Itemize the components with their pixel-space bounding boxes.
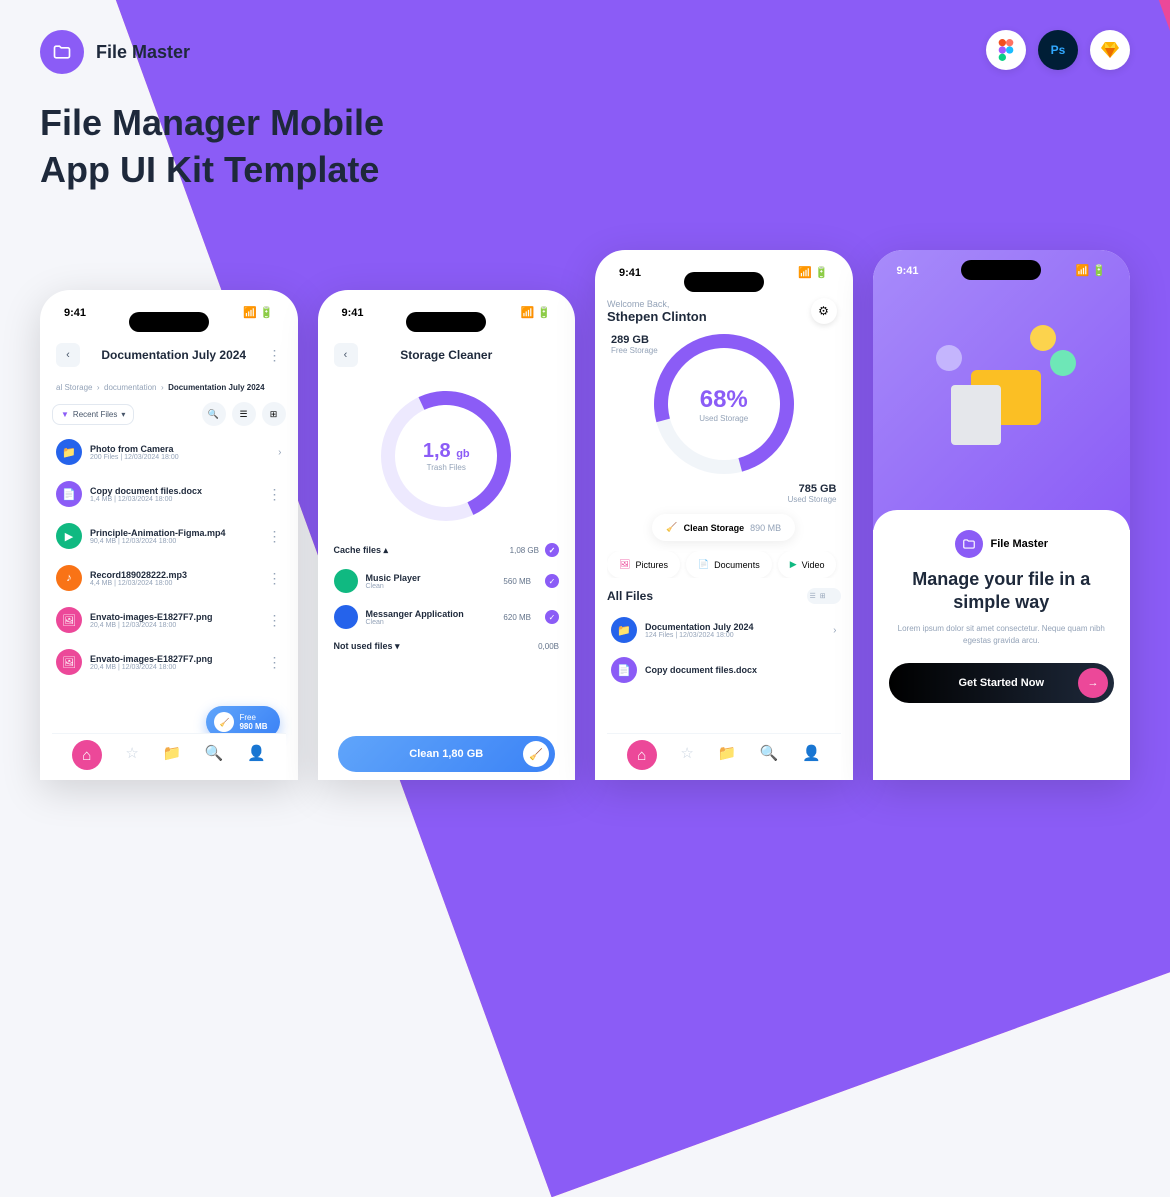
get-started-button[interactable]: Get Started Now→ (889, 663, 1115, 703)
view-grid-button[interactable]: ⊞ (262, 402, 286, 426)
nav-search[interactable]: 🔍 (760, 744, 779, 770)
view-list-button[interactable]: ☰ (232, 402, 256, 426)
file-item[interactable]: 📄Copy document files.docx1,4 MB | 12/03/… (52, 474, 286, 514)
onboard-logo: File Master (889, 530, 1115, 558)
used-storage: 785 GBUsed Storage (788, 483, 837, 504)
figma-icon (986, 30, 1026, 70)
welcome-text: Welcome Back, (607, 299, 841, 309)
trash-gauge: 1,8 gb Trash Files (381, 391, 511, 521)
status-icons: 📶 🔋 (243, 306, 273, 319)
app-item[interactable]: Music PlayerClean560 MB✓ (330, 563, 564, 599)
back-button[interactable]: ‹ (334, 343, 358, 367)
page-title: File Manager MobileApp UI Kit Template (40, 100, 384, 194)
file-item[interactable]: 🖼Envato-images-E1827F7.png20,4 MB | 12/0… (52, 642, 286, 682)
onboard-desc: Lorem ipsum dolor sit amet consectetur. … (889, 623, 1115, 647)
view-toggle[interactable]: ☰⊞ (807, 588, 841, 604)
file-list: 📁Photo from Camera200 Files | 12/03/2024… (52, 432, 286, 682)
app-item[interactable]: Messanger ApplicationClean620 MB✓ (330, 599, 564, 635)
notused-header[interactable]: Not used files ▾0,00B (330, 635, 564, 658)
file-item[interactable]: 📁Photo from Camera200 Files | 12/03/2024… (52, 432, 286, 472)
bottom-nav: ⌂ ☆ 📁 🔍 👤 (607, 733, 841, 780)
nav-home[interactable]: ⌂ (72, 740, 102, 770)
cache-header[interactable]: Cache files ▴1,08 GB✓ (330, 537, 564, 563)
nav-search[interactable]: 🔍 (205, 744, 224, 770)
category-pictures[interactable]: 🖼Pictures (607, 551, 680, 578)
nav-home[interactable]: ⌂ (627, 740, 657, 770)
nav-folder[interactable]: 📁 (717, 744, 736, 770)
arrow-icon: → (1078, 668, 1108, 698)
nav-profile[interactable]: 👤 (247, 744, 266, 770)
screen-title: Documentation July 2024 (88, 348, 260, 362)
file-item[interactable]: 📁Documentation July 2024124 Files | 12/0… (607, 610, 841, 650)
search-button[interactable]: 🔍 (202, 402, 226, 426)
screen-title: Storage Cleaner (366, 348, 528, 362)
brand-logo (40, 30, 84, 74)
category-video[interactable]: ▶Video (778, 551, 837, 578)
storage-gauge: 68% Used Storage (654, 334, 794, 474)
file-item[interactable]: 📄Copy document files.docx (607, 650, 841, 690)
file-item[interactable]: ▶Principle-Animation-Figma.mp490,4 MB | … (52, 516, 286, 556)
nav-star[interactable]: ☆ (680, 744, 693, 770)
bottom-nav: ⌂ ☆ 📁 🔍 👤 (52, 733, 286, 780)
category-documents[interactable]: 📄Documents (686, 551, 772, 578)
free-storage: 289 GBFree Storage (611, 334, 658, 355)
onboard-title: Manage your file in a simple way (889, 568, 1115, 615)
sketch-icon (1090, 30, 1130, 70)
nav-folder[interactable]: 📁 (162, 744, 181, 770)
username: Sthepen Clinton (607, 309, 841, 324)
clean-storage-button[interactable]: 🧹Clean Storage890 MB (652, 514, 795, 541)
file-item[interactable]: ♪Record189028222.mp34,4 MB | 12/03/2024 … (52, 558, 286, 598)
photoshop-icon: Ps (1038, 30, 1078, 70)
clean-button[interactable]: Clean 1,80 GB🧹 (338, 736, 556, 772)
all-files-title: All Files (607, 589, 653, 603)
nav-profile[interactable]: 👤 (802, 744, 821, 770)
status-time: 9:41 (64, 307, 86, 319)
file-item[interactable]: 🖼Envato-images-E1827F7.png20,4 MB | 12/0… (52, 600, 286, 640)
breadcrumb[interactable]: al Storage › documentation › Documentati… (52, 379, 286, 396)
settings-button[interactable]: ⚙ (811, 298, 837, 324)
brand-name: File Master (96, 42, 190, 63)
filter-chip[interactable]: ▼Recent Files ▾ (52, 404, 134, 425)
nav-star[interactable]: ☆ (125, 744, 138, 770)
back-button[interactable]: ‹ (56, 343, 80, 367)
onboard-hero: 9:41📶 🔋 (873, 250, 1131, 530)
more-button[interactable]: ⋮ (268, 347, 282, 364)
